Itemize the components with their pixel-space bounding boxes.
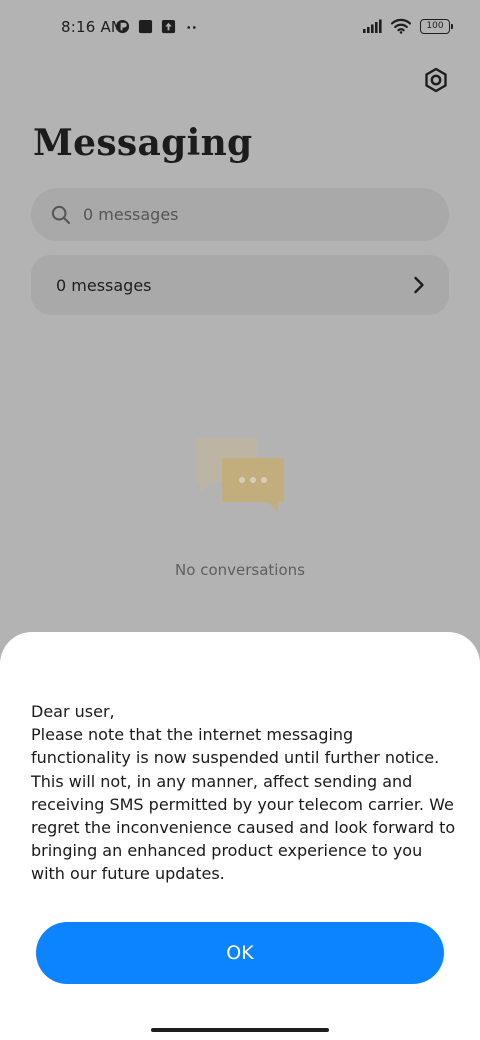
more-notifications-icon xyxy=(187,26,196,29)
upload-notification-icon xyxy=(161,19,176,34)
notice-bottom-sheet: Dear user, Please note that the internet… xyxy=(0,632,480,1040)
search-placeholder: 0 messages xyxy=(83,205,179,224)
empty-state-label: No conversations xyxy=(175,561,305,579)
notification-icons xyxy=(115,19,199,34)
notification-app-icon xyxy=(115,19,130,34)
wifi-icon xyxy=(391,18,411,34)
signal-icon xyxy=(363,19,382,33)
status-bar: 8:16 AM 100 xyxy=(0,0,480,56)
empty-conversations-icon xyxy=(196,438,284,512)
battery-level: 100 xyxy=(426,21,444,31)
square-notification-icon xyxy=(138,19,153,34)
search-icon xyxy=(51,205,70,224)
page-title: Messaging xyxy=(33,122,253,164)
chevron-right-icon xyxy=(414,276,424,294)
messages-row[interactable]: 0 messages xyxy=(31,255,449,315)
battery-icon: 100 xyxy=(420,18,453,34)
notice-message: Dear user, Please note that the internet… xyxy=(31,700,457,886)
home-indicator[interactable] xyxy=(151,1028,329,1032)
settings-button[interactable] xyxy=(420,64,452,96)
system-status-icons: 100 xyxy=(362,18,453,34)
messages-row-label: 0 messages xyxy=(56,275,152,295)
notice-greeting: Dear user, xyxy=(31,702,115,721)
notice-body: Please note that the internet messaging … xyxy=(31,725,456,884)
search-input[interactable]: 0 messages xyxy=(31,188,449,241)
settings-icon xyxy=(425,67,447,93)
ok-button[interactable]: OK xyxy=(36,922,444,984)
